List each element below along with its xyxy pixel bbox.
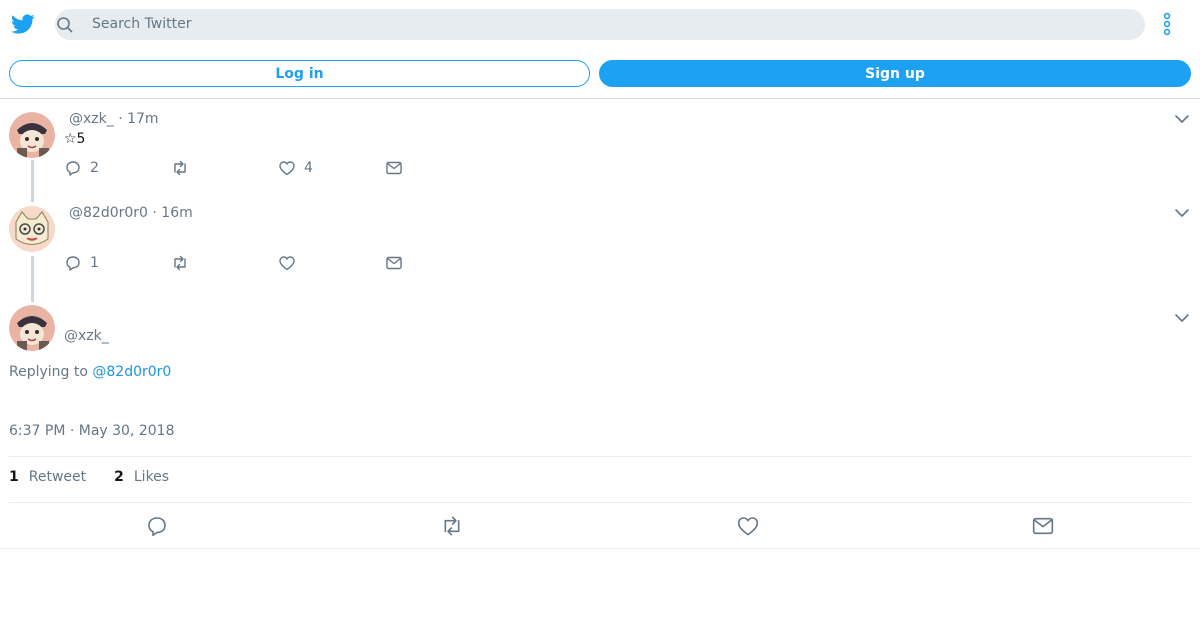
retweet-icon[interactable] bbox=[440, 514, 464, 538]
like-stat[interactable]: 2 Likes bbox=[114, 469, 169, 485]
message-button[interactable] bbox=[385, 158, 403, 178]
like-stat-count: 2 bbox=[114, 469, 124, 485]
reply-count: 1 bbox=[90, 255, 99, 271]
tweet-text: ☆5 bbox=[64, 131, 86, 147]
retweet-icon bbox=[174, 255, 186, 271]
replying-prefix: Replying to bbox=[9, 364, 88, 380]
tweet-handle[interactable]: @xzk_ bbox=[64, 328, 109, 344]
retweet-button[interactable] bbox=[171, 253, 197, 273]
retweet-stat-count: 1 bbox=[9, 469, 19, 485]
retweet-stat[interactable]: 1 Retweet bbox=[9, 469, 86, 485]
chevron-down-icon[interactable] bbox=[1173, 309, 1191, 327]
divider bbox=[9, 456, 1191, 457]
message-icon bbox=[386, 256, 402, 270]
search-input[interactable] bbox=[92, 8, 1132, 39]
message-icon bbox=[386, 161, 402, 175]
thread-line bbox=[31, 160, 34, 202]
reply-count: 2 bbox=[90, 160, 99, 176]
like-button[interactable] bbox=[278, 253, 304, 273]
divider bbox=[9, 502, 1191, 503]
tweet-handle[interactable]: @82d0r0r0 bbox=[69, 205, 148, 221]
reply-icon[interactable] bbox=[145, 514, 169, 538]
divider bbox=[0, 548, 1200, 549]
message-button[interactable] bbox=[385, 253, 403, 273]
divider bbox=[0, 98, 1200, 99]
like-icon bbox=[279, 161, 295, 176]
signup-button[interactable]: Sign up bbox=[599, 60, 1191, 87]
reply-button[interactable]: 1 bbox=[64, 253, 99, 273]
tweet-meta: @82d0r0r0 · 16m bbox=[69, 205, 193, 221]
tweet-time[interactable]: · 17m bbox=[118, 111, 158, 127]
login-button[interactable]: Log in bbox=[9, 60, 590, 87]
reply-icon bbox=[66, 256, 80, 271]
twitter-bird-icon[interactable] bbox=[10, 12, 36, 36]
like-count: 4 bbox=[304, 160, 313, 176]
thread-line bbox=[31, 256, 34, 302]
like-button[interactable]: 4 bbox=[278, 158, 313, 178]
search-icon bbox=[56, 16, 74, 34]
tweet-meta: @xzk_ · 17m bbox=[69, 111, 159, 127]
tweet-stats: 1 Retweet 2 Likes bbox=[9, 469, 169, 485]
retweet-button[interactable] bbox=[171, 158, 197, 178]
avatar[interactable] bbox=[9, 112, 55, 158]
like-icon[interactable] bbox=[736, 514, 760, 538]
retweet-stat-label: Retweet bbox=[28, 469, 87, 485]
more-vertical-icon[interactable] bbox=[1158, 12, 1176, 36]
replying-to-link[interactable]: @82d0r0r0 bbox=[92, 364, 171, 380]
tweet-timestamp[interactable]: 6:37 PM · May 30, 2018 bbox=[9, 423, 175, 439]
like-stat-label: Likes bbox=[133, 469, 170, 485]
replying-to: Replying to @82d0r0r0 bbox=[9, 364, 171, 380]
chevron-down-icon[interactable] bbox=[1173, 110, 1191, 128]
reply-button[interactable]: 2 bbox=[64, 158, 99, 178]
retweet-icon bbox=[174, 160, 186, 176]
chevron-down-icon[interactable] bbox=[1173, 204, 1191, 222]
message-icon[interactable] bbox=[1031, 514, 1055, 538]
tweet-time[interactable]: · 16m bbox=[152, 205, 192, 221]
reply-icon bbox=[66, 161, 80, 176]
top-bar bbox=[0, 0, 1200, 49]
avatar[interactable] bbox=[9, 305, 55, 351]
tweet-handle[interactable]: @xzk_ bbox=[69, 111, 114, 127]
avatar[interactable] bbox=[9, 206, 55, 252]
like-icon bbox=[279, 256, 295, 271]
